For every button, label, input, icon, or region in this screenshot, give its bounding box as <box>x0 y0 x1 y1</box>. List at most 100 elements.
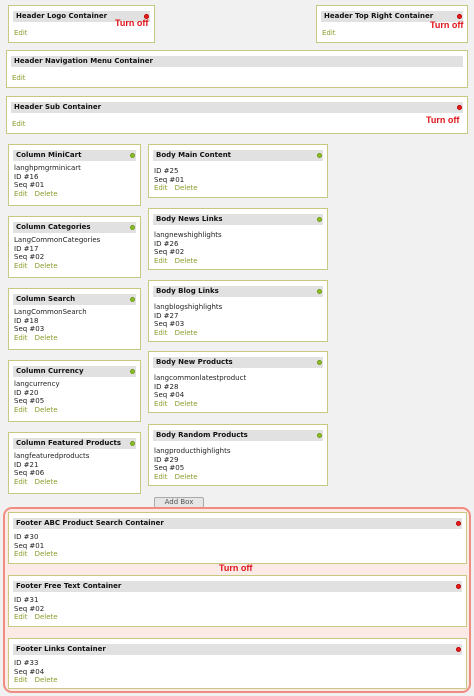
container-id: ID #30 <box>14 533 39 541</box>
body-box: Body New Products langcommonlatestproduc… <box>148 351 328 413</box>
edit-link[interactable]: Edit <box>154 257 168 265</box>
container-seq: Seq #02 <box>14 253 45 261</box>
delete-link[interactable]: Delete <box>35 613 58 621</box>
container-title: Column MiniCart <box>13 150 136 161</box>
lang-key: LangCommonSearch <box>14 308 87 316</box>
status-off-icon[interactable] <box>456 521 461 526</box>
lang-key: langcommonlatestproduct <box>154 374 247 382</box>
status-off-icon[interactable] <box>456 647 461 652</box>
edit-link[interactable]: Edit <box>154 400 168 408</box>
container-seq: Seq #01 <box>14 181 45 189</box>
container-seq: Seq #04 <box>154 391 185 399</box>
status-on-icon[interactable] <box>130 297 135 302</box>
delete-link[interactable]: Delete <box>35 190 58 198</box>
footer-container: Footer Free Text Container ID #31 Seq #0… <box>8 575 467 627</box>
delete-link[interactable]: Delete <box>175 184 198 192</box>
container-seq: Seq #05 <box>154 464 185 472</box>
delete-link[interactable]: Delete <box>35 406 58 414</box>
column-box: Column Featured Products langfeaturedpro… <box>8 432 141 494</box>
edit-link[interactable]: Edit <box>12 74 26 82</box>
container-id: ID #17 <box>14 244 39 253</box>
status-on-icon[interactable] <box>317 217 322 222</box>
edit-link[interactable]: Edit <box>14 29 28 37</box>
container-title: Column Featured Products <box>13 438 136 449</box>
turn-off-annotation: Turn off <box>430 20 464 30</box>
delete-link[interactable]: Delete <box>175 473 198 481</box>
container-seq: Seq #04 <box>14 667 45 676</box>
column-box: Column Categories LangCommonCategories I… <box>8 216 141 278</box>
status-on-icon[interactable] <box>130 369 135 374</box>
status-off-icon[interactable] <box>457 105 462 110</box>
delete-link[interactable]: Delete <box>35 676 58 684</box>
lang-key: langblogshighlights <box>154 303 223 311</box>
delete-link[interactable]: Delete <box>175 329 198 337</box>
container-title: Body Main Content <box>153 150 323 161</box>
container-id: ID #21 <box>14 460 39 469</box>
container-id: ID #28 <box>154 382 179 391</box>
edit-link[interactable]: Edit <box>14 406 28 414</box>
lang-key: langfeaturedproducts <box>14 452 90 460</box>
status-off-icon[interactable] <box>457 14 462 19</box>
body-box: Body Main Content ID #25 Seq #01 Edit Del… <box>148 144 328 198</box>
container-id: ID #27 <box>154 311 179 320</box>
container-id: ID #20 <box>14 388 39 397</box>
container-id: ID #31 <box>14 596 39 604</box>
edit-link[interactable]: Edit <box>322 29 336 37</box>
body-box: Body Random Products langproducthighligh… <box>148 424 328 486</box>
header-navigation-menu-container: Header Navigation Menu Container Edit <box>6 50 468 88</box>
container-seq: Seq #05 <box>14 397 45 405</box>
status-on-icon[interactable] <box>317 289 322 294</box>
container-seq: Seq #01 <box>154 175 185 184</box>
edit-link[interactable]: Edit <box>14 613 28 621</box>
delete-link[interactable]: Delete <box>35 550 58 558</box>
container-title: Column Currency <box>13 366 136 377</box>
status-on-icon[interactable] <box>130 441 135 446</box>
edit-link[interactable]: Edit <box>154 329 168 337</box>
container-id: ID #26 <box>154 239 179 248</box>
container-title: Body Random Products <box>153 430 323 441</box>
edit-link[interactable]: Edit <box>154 184 168 192</box>
edit-link[interactable]: Edit <box>14 550 28 558</box>
container-seq: Seq #02 <box>14 604 45 613</box>
edit-link[interactable]: Edit <box>14 190 28 198</box>
container-seq: Seq #02 <box>154 248 185 256</box>
edit-link[interactable]: Edit <box>12 120 26 128</box>
status-on-icon[interactable] <box>317 360 322 365</box>
container-seq: Seq #01 <box>14 541 45 550</box>
container-title: Footer ABC Product Search Container <box>13 518 462 529</box>
container-title: Column Search <box>13 294 136 305</box>
container-seq: Seq #03 <box>14 325 45 333</box>
footer-container: Footer Links Container ID #33 Seq #04 Ed… <box>8 638 467 689</box>
column-box: Column Currency langcurrency ID #20 Seq … <box>8 360 141 422</box>
container-id: ID #25 <box>154 167 179 175</box>
lang-key: langproducthighlights <box>154 447 231 455</box>
container-seq: Seq #06 <box>14 469 45 477</box>
delete-link[interactable]: Delete <box>175 400 198 408</box>
status-on-icon[interactable] <box>130 153 135 158</box>
edit-link[interactable]: Edit <box>14 334 28 342</box>
status-on-icon[interactable] <box>317 433 322 438</box>
container-title: Column Categories <box>13 222 136 233</box>
status-on-icon[interactable] <box>130 225 135 230</box>
status-off-icon[interactable] <box>456 584 461 589</box>
turn-off-annotation: Turn off <box>115 18 149 28</box>
container-id: ID #33 <box>14 659 39 667</box>
edit-link[interactable]: Edit <box>14 478 28 486</box>
lang-key: langnewshighlights <box>154 231 222 239</box>
footer-container: Footer ABC Product Search Container ID #… <box>8 512 467 564</box>
body-box: Body News Links langnewshighlights ID #2… <box>148 208 328 270</box>
container-id: ID #16 <box>14 172 39 181</box>
edit-link[interactable]: Edit <box>14 262 28 270</box>
edit-link[interactable]: Edit <box>154 473 168 481</box>
edit-link[interactable]: Edit <box>14 676 28 684</box>
column-box: Column Search LangCommonSearch ID #18 Se… <box>8 288 141 350</box>
status-on-icon[interactable] <box>317 153 322 158</box>
delete-link[interactable]: Delete <box>35 478 58 486</box>
lang-key: langhpmgrminicart <box>14 164 81 172</box>
delete-link[interactable]: Delete <box>175 257 198 265</box>
delete-link[interactable]: Delete <box>35 334 58 342</box>
delete-link[interactable]: Delete <box>35 262 58 270</box>
body-box: Body Blog Links langblogshighlights ID #… <box>148 280 328 342</box>
container-title: Header Navigation Menu Container <box>11 56 463 67</box>
container-title: Body News Links <box>153 214 323 225</box>
